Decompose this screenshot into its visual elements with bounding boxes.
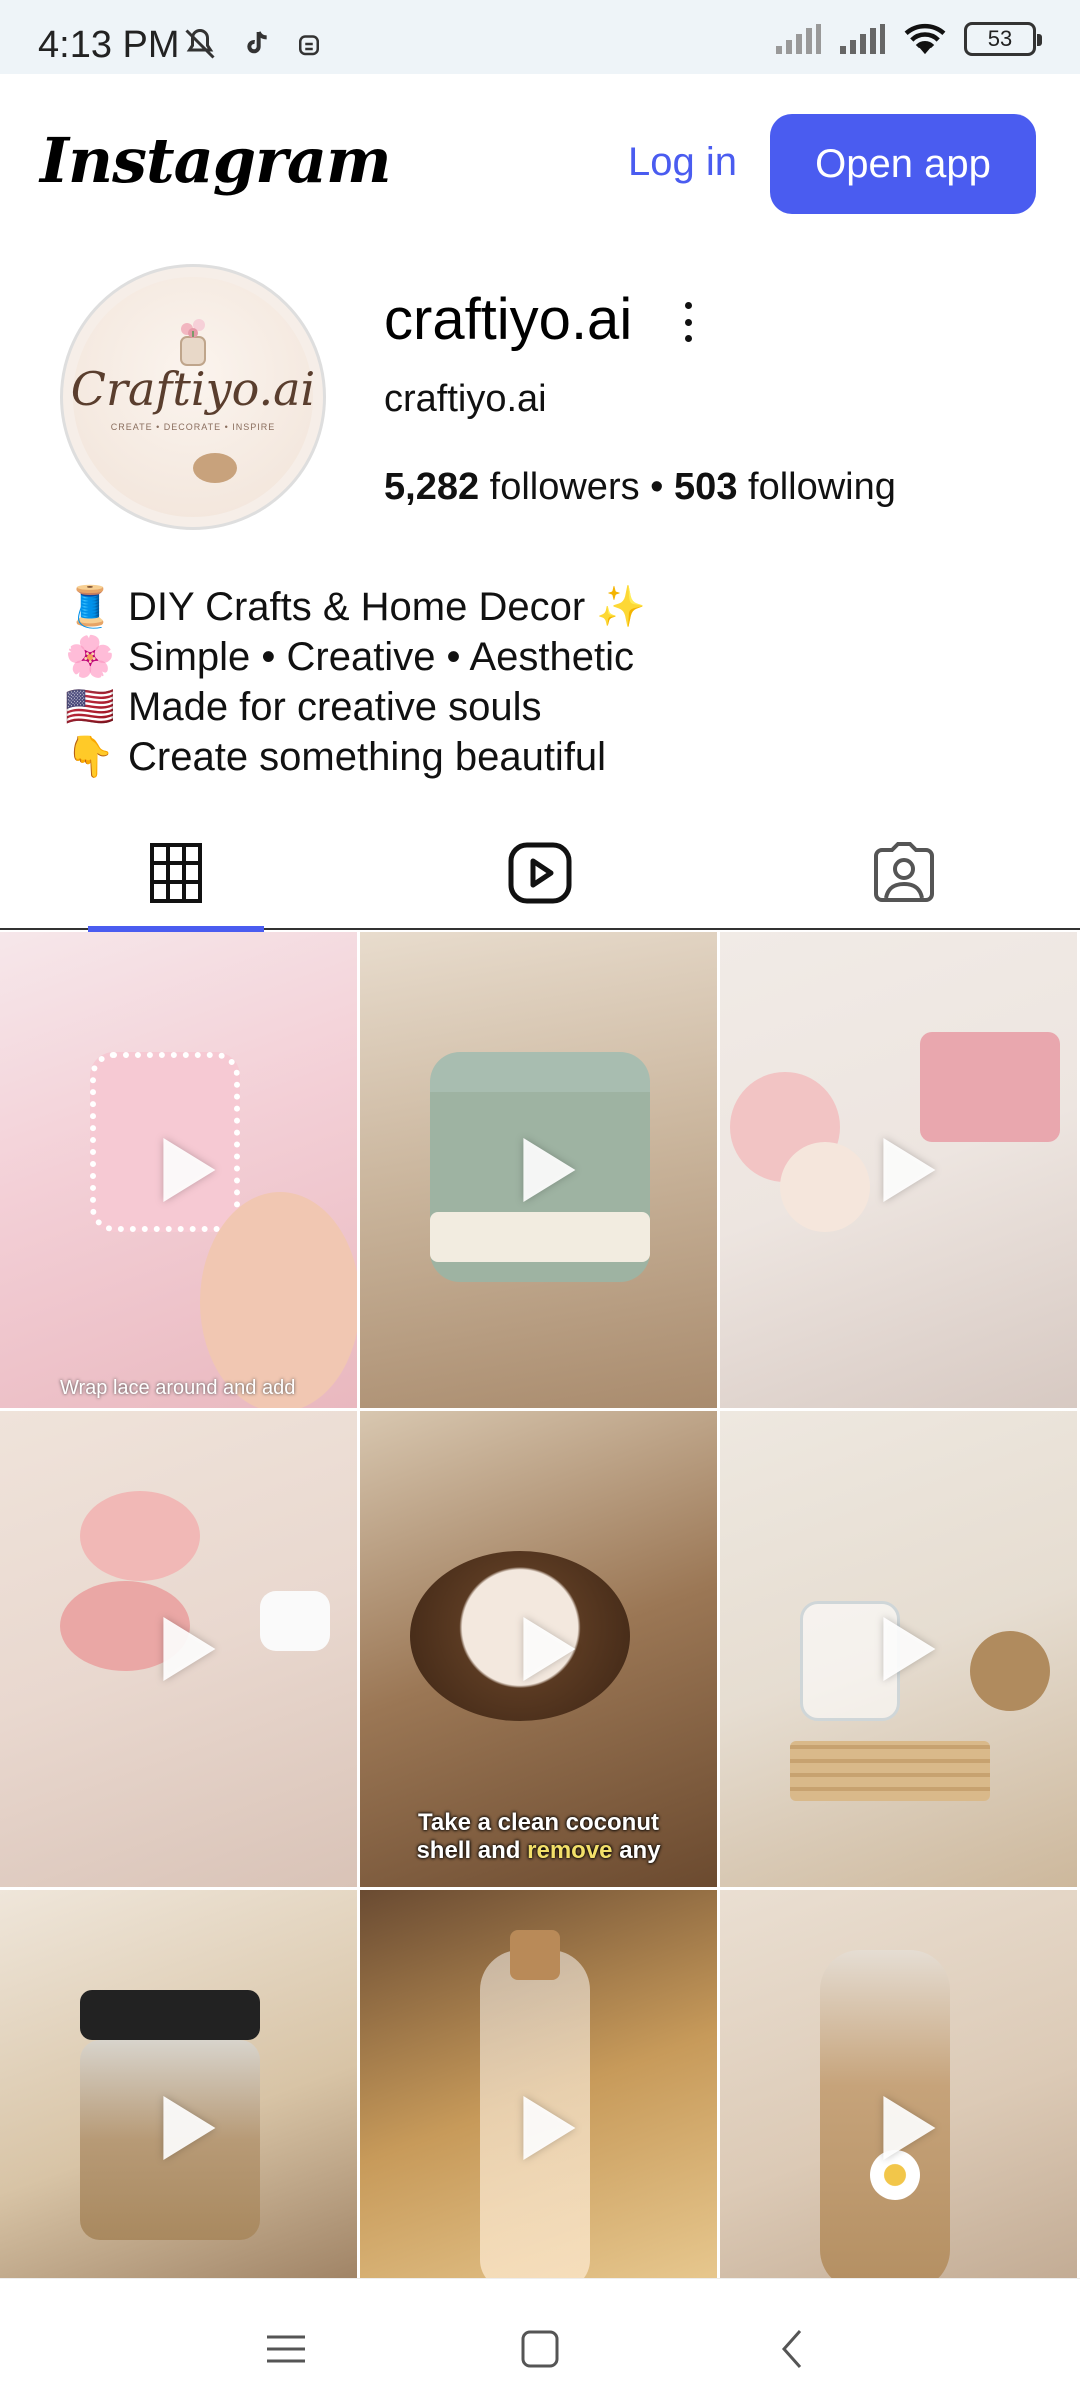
post-thumbnail[interactable] <box>720 932 1077 1408</box>
dowels-object <box>790 1741 990 1801</box>
play-icon <box>882 2096 935 2160</box>
yarn-ball-object <box>780 1142 870 1232</box>
caption-highlight: remove <box>527 1837 613 1864</box>
lace-band <box>430 1212 650 1262</box>
tab-posts-grid[interactable] <box>88 816 264 932</box>
bio-text: Create something beautiful <box>128 735 607 779</box>
yarn-ball-object <box>80 1491 200 1581</box>
profile-full-name: craftiyo.ai <box>384 378 547 420</box>
us-flag-emoji: 🇺🇸 <box>65 685 115 729</box>
yarn-ball <box>193 453 237 483</box>
profile-username: craftiyo.ai <box>384 287 633 352</box>
instagram-logo[interactable]: Instagram <box>40 124 392 197</box>
home-button[interactable] <box>510 2319 570 2379</box>
robot-icon <box>299 35 319 56</box>
play-icon <box>882 1138 935 1202</box>
play-icon <box>522 1138 575 1202</box>
reels-icon <box>508 842 572 904</box>
point-down-emoji: 👇 <box>65 735 115 779</box>
caption-line: Take a clean coconut <box>418 1809 659 1836</box>
grid-icon <box>150 843 202 903</box>
flower-emoji: 🌸 <box>65 635 115 679</box>
tab-reels[interactable] <box>452 816 628 930</box>
cork-object <box>510 1930 560 1980</box>
post-thumbnail[interactable]: Take a clean coconut shell and remove an… <box>360 1411 717 1887</box>
signal-icon <box>840 24 885 54</box>
tab-tagged[interactable] <box>816 816 992 930</box>
caption-line: shell and remove any <box>360 1837 717 1865</box>
posts-grid: Wrap lace around and add Take a clean co… <box>0 932 1080 2366</box>
twine-object <box>970 1631 1050 1711</box>
status-icons-left <box>182 26 324 62</box>
system-nav-bar <box>0 2278 1080 2408</box>
coconut-shell-object <box>410 1551 630 1721</box>
bio-text: Simple • Creative • Aesthetic <box>128 635 634 679</box>
tagged-icon <box>874 842 934 902</box>
menu-icon <box>267 2335 305 2363</box>
following-count[interactable]: 503 <box>674 466 737 508</box>
avatar-tagline: CREATE • DECORATE • INSPIRE <box>110 422 276 432</box>
play-icon <box>162 1617 215 1681</box>
profile-avatar[interactable]: Craftiyo.ai CREATE • DECORATE • INSPIRE <box>60 264 326 530</box>
status-icons-right: 53 <box>774 22 1042 56</box>
play-icon <box>522 1617 575 1681</box>
login-link[interactable]: Log in <box>628 140 737 185</box>
avatar-logo-text: Craftiyo.ai <box>70 362 316 416</box>
caption-part: any <box>612 1837 661 1864</box>
play-icon <box>162 2096 215 2160</box>
bio-line: 🇺🇸 Made for creative souls <box>65 682 646 732</box>
menu-button[interactable] <box>256 2319 316 2379</box>
jar-flowers-icon <box>180 319 206 366</box>
post-caption: Wrap lace around and add <box>60 1377 296 1399</box>
open-app-button[interactable]: Open app <box>770 114 1036 214</box>
bio-line: 🌸 Simple • Creative • Aesthetic <box>65 632 646 682</box>
back-icon <box>781 2330 802 2368</box>
following-label[interactable]: following <box>748 466 896 508</box>
play-icon <box>162 1138 215 1202</box>
status-time: 4:13 PM <box>38 24 180 66</box>
status-bar: 4:13 PM 53 <box>0 0 1080 74</box>
post-caption: Take a clean coconut shell and remove an… <box>360 1809 717 1865</box>
spool-emoji: 🧵 <box>65 585 115 629</box>
profile-tabs <box>0 816 1080 932</box>
post-thumbnail[interactable] <box>360 932 717 1408</box>
battery-icon: 53 <box>964 22 1042 56</box>
bio-line: 👇 Create something beautiful <box>65 732 646 782</box>
caption-part: shell and <box>416 1837 528 1864</box>
post-thumbnail[interactable] <box>720 1411 1077 1887</box>
play-icon <box>522 2096 575 2160</box>
followers-count[interactable]: 5,282 <box>384 466 479 508</box>
bio-text: DIY Crafts & Home Decor ✨ <box>128 585 647 629</box>
battery-level: 53 <box>987 26 1013 51</box>
profile-stats: 5,282 followers • 503 following <box>384 466 896 509</box>
back-button[interactable] <box>762 2319 822 2379</box>
followers-label[interactable]: followers <box>490 466 640 508</box>
hand-shape <box>200 1192 357 1408</box>
home-icon <box>521 2330 559 2368</box>
post-thumbnail[interactable]: Wrap lace around and add <box>0 932 357 1408</box>
stats-separator: • <box>650 466 664 508</box>
jar-lid-object <box>80 1990 260 2040</box>
mute-icon <box>185 28 215 59</box>
more-options-icon[interactable] <box>680 302 696 342</box>
avatar-image: Craftiyo.ai CREATE • DECORATE • INSPIRE <box>70 277 316 517</box>
case-object <box>260 1591 330 1651</box>
top-header: Instagram Log in Open app <box>0 74 1080 254</box>
bio-line: 🧵 DIY Crafts & Home Decor ✨ <box>65 582 647 632</box>
play-icon <box>882 1617 935 1681</box>
post-thumbnail[interactable] <box>0 1411 357 1887</box>
signal-icon <box>776 24 821 54</box>
bio-text: Made for creative souls <box>128 685 542 729</box>
organizer-object <box>920 1032 1060 1142</box>
tiktok-icon <box>247 31 267 54</box>
wifi-icon <box>904 23 946 55</box>
profile-bio: 🧵 DIY Crafts & Home Decor ✨ 🌸 Simple • C… <box>65 582 647 782</box>
